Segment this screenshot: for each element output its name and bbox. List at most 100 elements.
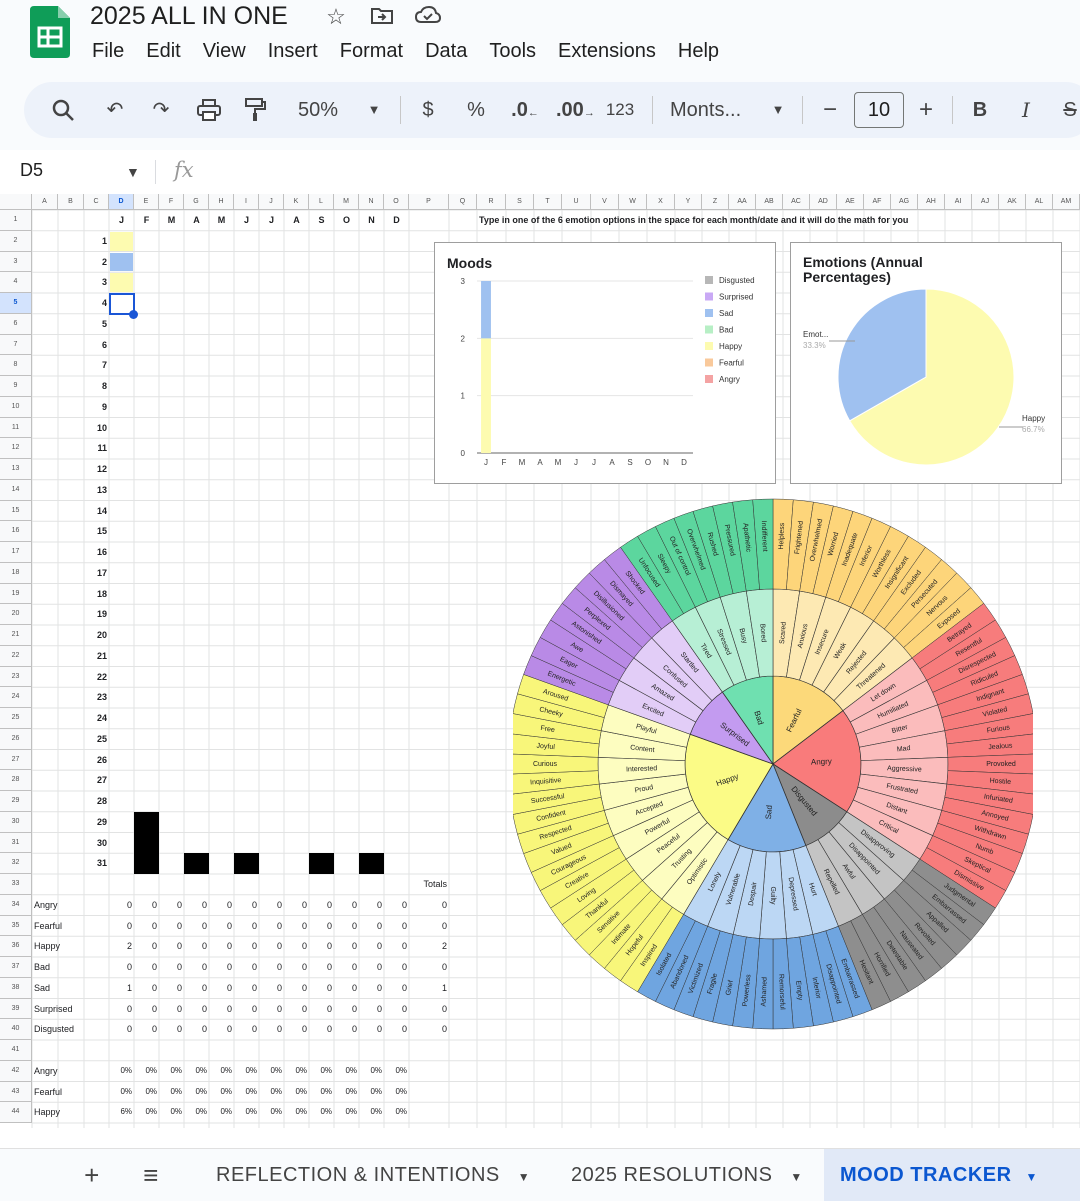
row-header[interactable]: 4 xyxy=(0,272,32,293)
chevron-down-icon[interactable]: ▼ xyxy=(1026,1170,1038,1184)
column-header[interactable]: T xyxy=(534,194,562,210)
column-header[interactable]: AG xyxy=(891,194,918,210)
chevron-down-icon[interactable]: ▼ xyxy=(364,82,384,138)
percent-value[interactable]: 0% xyxy=(284,1102,309,1123)
percent-value[interactable]: 0% xyxy=(209,1061,234,1082)
percent-value[interactable]: 0% xyxy=(234,1082,259,1103)
spreadsheet-grid[interactable]: A B C D E F G H I J K L M N O P Q R S T U V W X Y Z AA AB AC AD AE AF AG… xyxy=(0,194,1080,1128)
count-value[interactable]: 0 xyxy=(234,1019,259,1040)
count-value[interactable]: 0 xyxy=(209,978,234,999)
count-value[interactable]: 0 xyxy=(159,936,184,957)
percent-value[interactable]: 0% xyxy=(259,1102,284,1123)
count-value[interactable]: 0 xyxy=(134,936,159,957)
print-icon[interactable] xyxy=(194,82,224,138)
day-number[interactable]: 15 xyxy=(84,521,109,542)
month-header[interactable]: O xyxy=(334,210,359,231)
menu-item-view[interactable]: View xyxy=(203,40,246,63)
row-header[interactable]: 41 xyxy=(0,1040,32,1061)
column-header[interactable]: Y xyxy=(675,194,702,210)
count-value[interactable]: 0 xyxy=(184,916,209,937)
day-number[interactable]: 25 xyxy=(84,729,109,750)
row-header[interactable]: 14 xyxy=(0,479,32,501)
column-header[interactable]: O xyxy=(384,194,409,210)
decrease-decimal-button[interactable]: .0← xyxy=(510,82,540,138)
percent-value[interactable]: 0% xyxy=(359,1082,384,1103)
day-number[interactable]: 27 xyxy=(84,770,109,791)
count-value[interactable]: 0 xyxy=(209,999,234,1020)
emotion-label[interactable]: Fearful xyxy=(32,1082,107,1103)
count-value[interactable]: 0 xyxy=(309,916,334,937)
row-header[interactable]: 42 xyxy=(0,1060,32,1082)
count-value[interactable]: 0 xyxy=(334,999,359,1020)
menu-item-file[interactable]: File xyxy=(92,40,124,63)
row-header[interactable]: 20 xyxy=(0,604,32,625)
count-value[interactable]: 0 xyxy=(334,916,359,937)
month-header[interactable]: A xyxy=(284,210,309,231)
tab-2025-resolutions[interactable]: 2025 RESOLUTIONS ▼ xyxy=(555,1149,819,1201)
count-value[interactable]: 0 xyxy=(259,936,284,957)
month-header[interactable]: A xyxy=(184,210,209,231)
zoom-select[interactable]: 50% xyxy=(286,82,350,138)
count-value[interactable]: 0 xyxy=(234,895,259,916)
row-header[interactable]: 9 xyxy=(0,376,32,397)
count-value[interactable]: 0 xyxy=(359,978,384,999)
day-number[interactable]: 9 xyxy=(84,397,109,418)
search-menus-icon[interactable] xyxy=(48,82,78,138)
row-header[interactable]: 38 xyxy=(0,977,32,999)
column-header[interactable]: B xyxy=(58,194,84,210)
column-header[interactable]: I xyxy=(234,194,259,210)
name-box[interactable]: D5 xyxy=(20,160,43,181)
column-header[interactable]: R xyxy=(477,194,506,210)
count-value[interactable]: 0 xyxy=(384,978,409,999)
column-header[interactable]: H xyxy=(209,194,234,210)
day-number[interactable]: 30 xyxy=(84,833,109,854)
row-header[interactable]: 12 xyxy=(0,438,32,459)
column-header[interactable]: Z xyxy=(702,194,729,210)
column-header[interactable]: P xyxy=(409,194,449,210)
column-header[interactable]: X xyxy=(647,194,675,210)
percent-value[interactable]: 0% xyxy=(309,1061,334,1082)
emotion-label[interactable]: Surprised xyxy=(32,999,107,1020)
percent-value[interactable]: 0% xyxy=(284,1061,309,1082)
row-header[interactable]: 19 xyxy=(0,583,32,605)
percent-value[interactable]: 0% xyxy=(184,1061,209,1082)
count-value[interactable]: 0 xyxy=(284,999,309,1020)
column-header[interactable]: A xyxy=(32,194,58,210)
count-value[interactable]: 0 xyxy=(284,895,309,916)
menu-item-insert[interactable]: Insert xyxy=(268,40,318,63)
menu-item-tools[interactable]: Tools xyxy=(489,40,536,63)
count-value[interactable]: 0 xyxy=(109,916,134,937)
column-header[interactable]: M xyxy=(334,194,359,210)
total-value[interactable]: 0 xyxy=(409,895,449,916)
column-header[interactable]: AA xyxy=(729,194,756,210)
percent-value[interactable]: 0% xyxy=(259,1061,284,1082)
day-number[interactable]: 21 xyxy=(84,646,109,667)
chevron-down-icon[interactable]: ▼ xyxy=(126,164,140,180)
percent-value[interactable]: 0% xyxy=(334,1102,359,1123)
moods-chart[interactable]: Moods 0 1 2 3 J F M A M J J A S O N D Disgusted Surprised… xyxy=(434,242,776,484)
row-header[interactable]: 27 xyxy=(0,749,32,771)
font-size-input[interactable]: 10 xyxy=(854,92,904,128)
total-value[interactable]: 0 xyxy=(409,1019,449,1040)
count-value[interactable]: 0 xyxy=(259,895,284,916)
count-value[interactable]: 0 xyxy=(109,957,134,978)
row-header[interactable]: 35 xyxy=(0,915,32,937)
strikethrough-icon[interactable]: S xyxy=(1058,82,1080,138)
column-header[interactable]: V xyxy=(591,194,619,210)
menu-item-extensions[interactable]: Extensions xyxy=(558,40,656,63)
row-header[interactable]: 31 xyxy=(0,832,32,854)
row-header[interactable]: 44 xyxy=(0,1102,32,1123)
document-title[interactable]: 2025 ALL IN ONE xyxy=(90,2,288,31)
row-header[interactable]: 23 xyxy=(0,666,32,688)
row-header[interactable]: 1 xyxy=(0,210,32,231)
currency-format-button[interactable]: $ xyxy=(418,82,438,138)
day-number[interactable]: 10 xyxy=(84,418,109,439)
row-header[interactable]: 16 xyxy=(0,521,32,542)
month-header[interactable]: M xyxy=(159,210,184,231)
count-value[interactable]: 0 xyxy=(259,957,284,978)
menu-item-format[interactable]: Format xyxy=(340,40,403,63)
tab-reflection-intentions[interactable]: REFLECTION & INTENTIONS ▼ xyxy=(200,1149,546,1201)
row-header[interactable]: 28 xyxy=(0,770,32,791)
percent-value[interactable]: 0% xyxy=(384,1061,409,1082)
day-number[interactable]: 18 xyxy=(84,584,109,605)
